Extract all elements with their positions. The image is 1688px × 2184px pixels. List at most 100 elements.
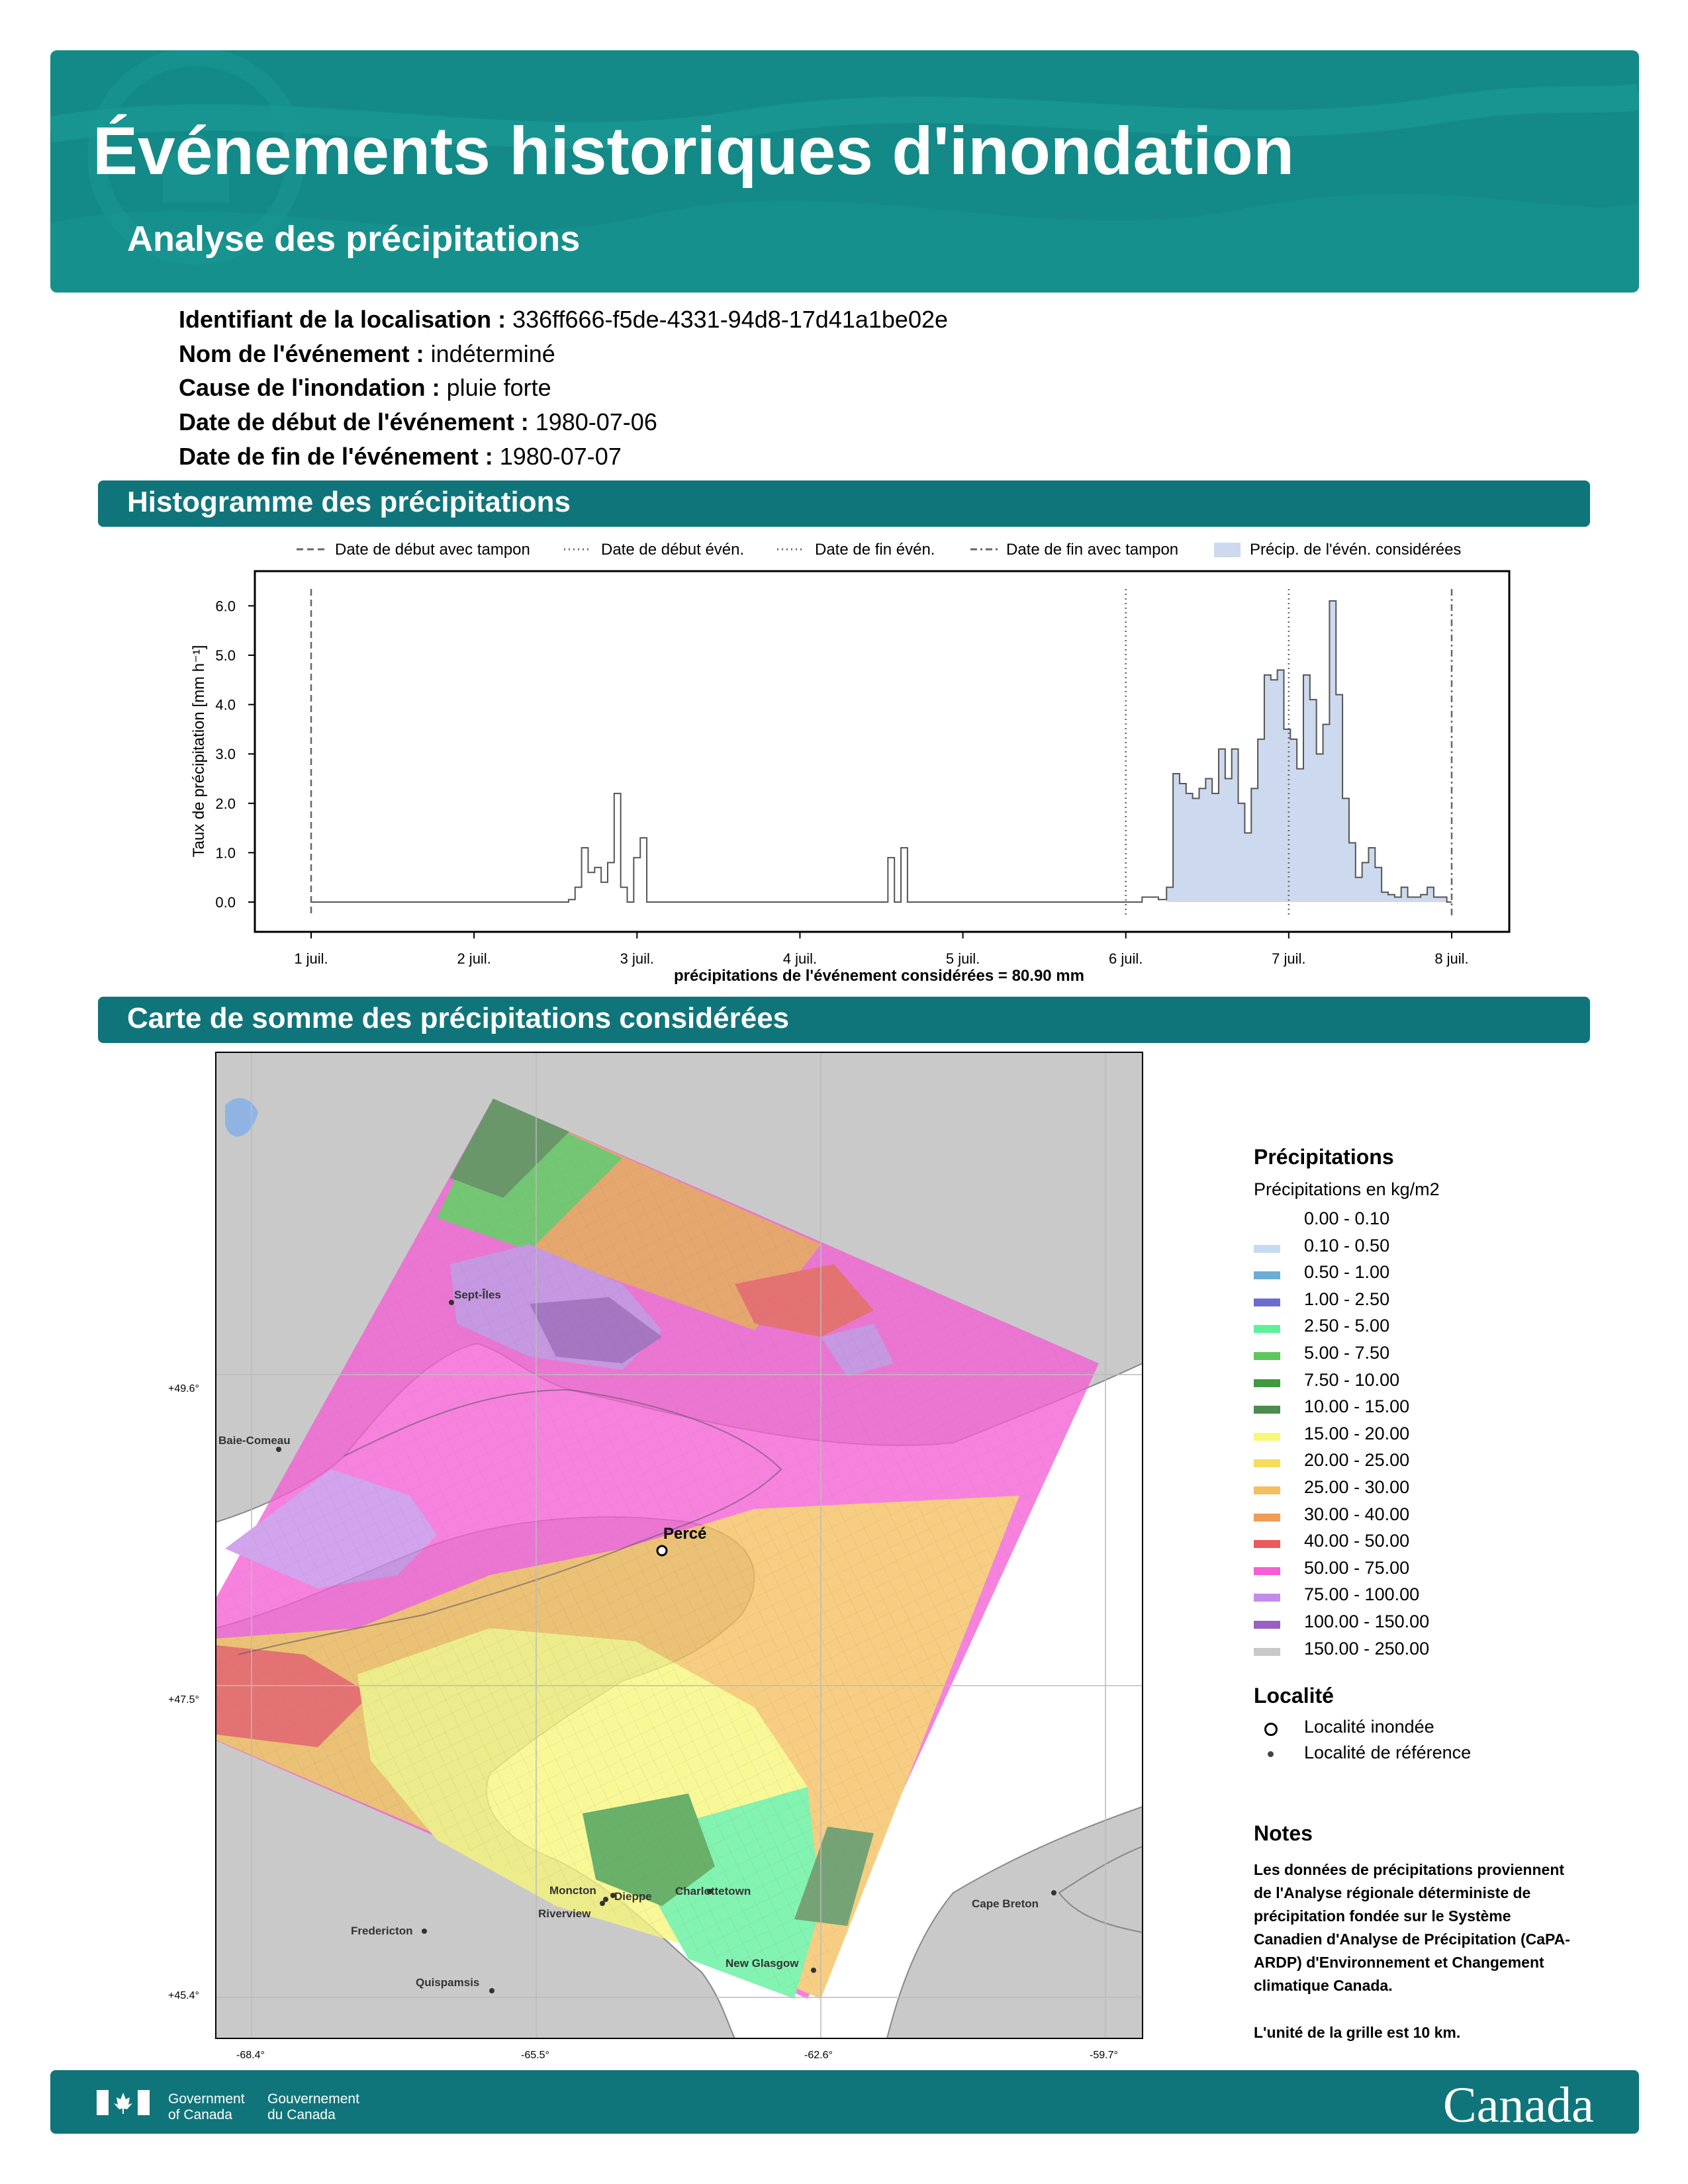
histogram-legend: Date de début avec tampon Date de début …: [297, 541, 1461, 559]
legend-considered-label: Précip. de l'évén. considérées: [1250, 541, 1461, 559]
legend-swatch: [1254, 1459, 1280, 1468]
precipitation-histogram: Date de début avec tampon Date de début …: [190, 541, 1511, 985]
lat-label-2: +47.5°: [168, 1694, 199, 1706]
legend-class-label: 100.00 - 150.00: [1304, 1612, 1430, 1631]
place-marker-perce: [656, 1545, 668, 1557]
legend-class-label: 75.00 - 100.00: [1304, 1584, 1420, 1605]
event-name-value: indéterminé: [430, 340, 555, 367]
place-marker-sept-iles: [449, 1300, 454, 1305]
flood-cause-label: Cause de l'inondation :: [179, 374, 440, 401]
reference-locality-marker: [1268, 1751, 1274, 1757]
legend-class-label: 25.00 - 30.00: [1304, 1477, 1410, 1497]
map-section-title: Carte de somme des précipitations consid…: [127, 1002, 790, 1034]
legend-swatch: [1254, 1432, 1280, 1441]
legend-class-label: 0.00 - 0.10: [1304, 1208, 1390, 1228]
legend-event-start-label: Date de début évén.: [601, 541, 744, 559]
legend-swatch: [1254, 1406, 1280, 1414]
y-tick-label: 0.0: [215, 894, 236, 911]
legend-swatch: [1254, 1540, 1280, 1549]
legend-swatch: [1254, 1567, 1280, 1575]
lon-label-2: -65.5°: [521, 2050, 549, 2061]
grid-note: L'unité de la grille est 10 km.: [1254, 2024, 1461, 2041]
place-marker-new-glasgow: [811, 1968, 816, 1973]
place-marker-cape-breton: [1051, 1890, 1056, 1895]
place-label-moncton: Moncton: [549, 1884, 596, 1897]
legend-swatch: [1254, 1244, 1280, 1253]
x-axis-label: précipitations de l'événement considérée…: [674, 967, 1084, 985]
y-tick-label: 6.0: [215, 598, 236, 614]
flooded-locality-label: Localité inondée: [1304, 1717, 1434, 1737]
place-label-perce: Percé: [663, 1525, 706, 1543]
location-id-label: Identifiant de la localisation :: [179, 306, 506, 333]
legend-class-label: 0.50 - 1.00: [1304, 1262, 1390, 1283]
legend-considered-swatch: [1214, 543, 1241, 557]
government-of-canada-en: Government of Canada: [168, 2091, 245, 2123]
histogram-section-title: Histogramme des précipitations: [127, 486, 571, 518]
lon-label-3: -62.6°: [804, 2050, 833, 2061]
notes-text: Les données de précipitations proviennen…: [1254, 1861, 1570, 1994]
locality-legend-title: Localité: [1254, 1684, 1334, 1707]
page-title: Événements historiques d'inondation: [93, 113, 1295, 189]
legend-class-label: 30.00 - 40.00: [1304, 1504, 1410, 1524]
place-label-charlottetown: Charlottetown: [675, 1885, 751, 1897]
legend-swatch: [1254, 1621, 1280, 1629]
location-id-value: 336ff666-f5de-4331-94d8-17d41a1be02e: [512, 306, 949, 333]
legend-buffer-end-label: Date de fin avec tampon: [1006, 541, 1178, 559]
legend-class-label: 2.50 - 5.00: [1304, 1316, 1390, 1336]
legend-title: Précipitations: [1254, 1145, 1394, 1169]
page-subtitle: Analyse des précipitations: [127, 219, 581, 259]
gov-fr-line2: du Canada: [267, 2107, 336, 2122]
legend-swatch: [1254, 1298, 1280, 1306]
place-label-sept-iles: Sept-Îles: [454, 1289, 501, 1301]
gov-en-line2: of Canada: [168, 2107, 232, 2122]
y-tick-label: 2.0: [215, 796, 236, 812]
end-date-value: 1980-07-07: [499, 443, 622, 470]
legend-event-end-label: Date de fin évén.: [815, 541, 935, 559]
legend-swatch: [1254, 1513, 1280, 1522]
flooded-locality-marker: [1264, 1723, 1278, 1736]
legend-swatch: [1254, 1218, 1280, 1226]
notes-title: Notes: [1254, 1821, 1313, 1845]
place-label-cape-breton: Cape Breton: [972, 1897, 1039, 1910]
precipitation-map: Sept-Îles Baie-Comeau Percé Moncton Diep…: [168, 1052, 1143, 2061]
legend-swatch: [1254, 1594, 1280, 1602]
place-marker-baie-comeau: [276, 1447, 281, 1452]
legend-swatch: [1254, 1379, 1280, 1387]
x-tick-label: 6 juil.: [1109, 950, 1143, 967]
event-name-field: Nom de l'événement : indéterminé: [179, 340, 555, 368]
start-date-field: Date de début de l'événement :1980-07-06: [179, 408, 657, 436]
legend-class-label: 5.00 - 7.50: [1304, 1343, 1390, 1363]
start-date-value: 1980-07-06: [535, 408, 657, 435]
legend-buffer-start-label: Date de début avec tampon: [335, 541, 530, 559]
x-tick-label: 3 juil.: [620, 950, 654, 967]
lat-label-1: +49.6°: [168, 1383, 199, 1394]
legend-swatch: [1254, 1647, 1280, 1656]
legend-class-label: 20.00 - 25.00: [1304, 1450, 1410, 1471]
legend-swatch: [1254, 1271, 1280, 1280]
x-tick-label: 5 juil.: [946, 950, 980, 967]
x-tick-label: 7 juil.: [1272, 950, 1305, 967]
y-tick-label: 4.0: [215, 697, 236, 713]
y-axis-label: Taux de précipitation [mm h⁻¹]: [190, 645, 208, 858]
government-of-canada-fr: Gouvernement du Canada: [267, 2091, 359, 2123]
legend-class-label: 50.00 - 75.00: [1304, 1557, 1410, 1578]
histogram-section-header: Histogramme des précipitations: [98, 480, 1590, 527]
legend-swatch: [1254, 1352, 1280, 1360]
canada-flag-icon: [97, 2090, 150, 2115]
lon-label-1: -68.4°: [236, 2050, 265, 2061]
map-section-header: Carte de somme des précipitations consid…: [98, 997, 1590, 1043]
lat-label-3: +45.4°: [168, 1990, 199, 2001]
legend-class-label: 15.00 - 20.00: [1304, 1423, 1410, 1443]
y-tick-label: 3.0: [215, 746, 236, 762]
y-tick-label: 5.0: [215, 647, 236, 664]
event-name-label: Nom de l'événement :: [179, 340, 424, 367]
end-date-label: Date de fin de l'événement :: [179, 443, 493, 470]
place-label-baie-comeau: Baie-Comeau: [218, 1434, 291, 1447]
end-date-field: Date de fin de l'événement :1980-07-07: [179, 443, 622, 471]
legend-subtitle: Précipitations en kg/m2: [1254, 1179, 1440, 1199]
place-label-dieppe: Dieppe: [614, 1890, 652, 1903]
legend-class-label: 1.00 - 2.50: [1304, 1289, 1390, 1309]
flood-cause-value: pluie forte: [446, 374, 551, 401]
place-label-riverview: Riverview: [538, 1907, 591, 1920]
location-id-field: Identifiant de la localisation :336ff666…: [179, 306, 948, 334]
